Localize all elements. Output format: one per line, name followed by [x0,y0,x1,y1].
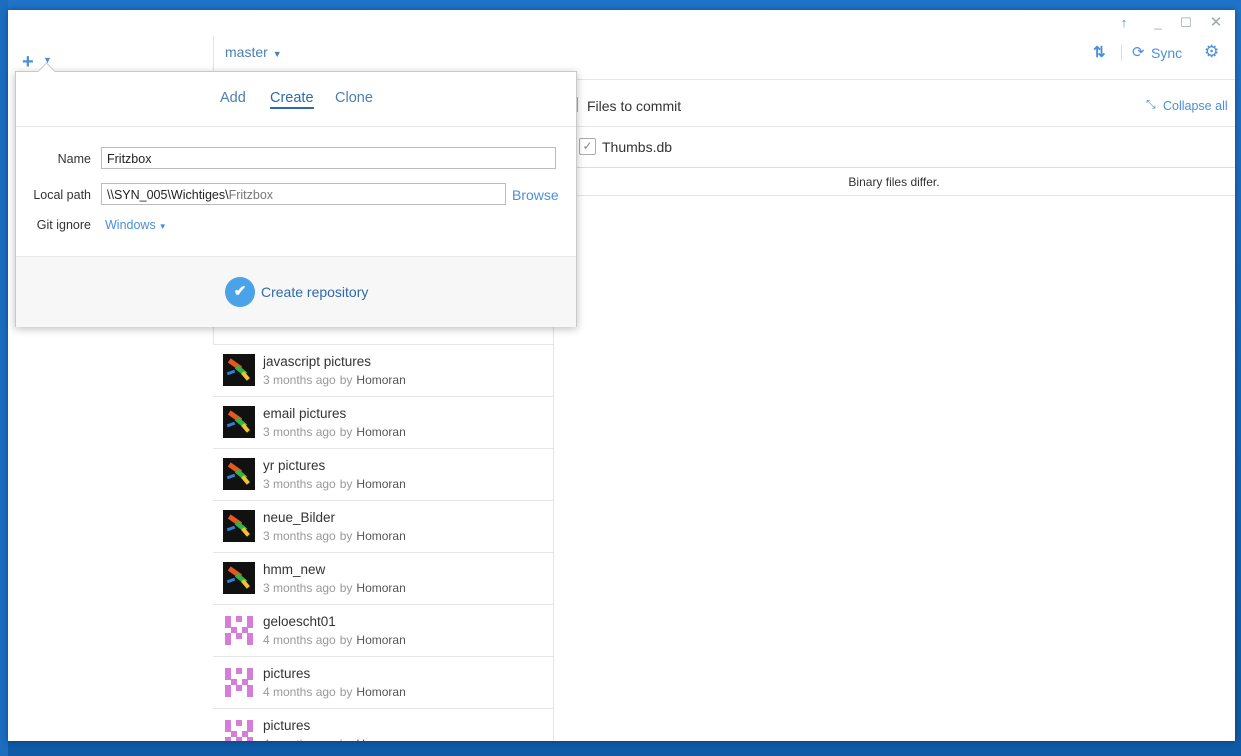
avatar [223,510,255,542]
name-label: Name [57,152,91,166]
maximize-button[interactable]: ☐ [1173,14,1199,32]
avatar [223,562,255,594]
commit-meta: 3 months ago by Homoran [263,477,406,491]
history-item[interactable]: geloescht01 4 months ago by Homoran [213,604,553,656]
commit-meta: 3 months ago by Homoran [263,581,406,595]
file-name: Thumbs.db [602,139,673,155]
sync-icon[interactable]: ⟳ [1132,43,1145,61]
commit-title: neue_Bilder [263,510,336,525]
avatar [223,614,255,646]
tab-create[interactable]: Create [270,90,314,109]
commit-by: by [339,633,353,647]
history-item[interactable]: javascript pictures 3 months ago by Homoran [213,344,553,396]
commit-time: 4 months ago [263,737,336,741]
avatar [223,458,255,490]
git-ignore-label: Git ignore [36,218,91,232]
tab-add[interactable]: Add [220,90,246,106]
commit-author: Homoran [356,477,406,491]
commit-by: by [339,685,353,699]
collapse-icon[interactable]: ⤡ [1146,97,1156,112]
create-repository-popover: Add Create Clone Name Fritzbox Local pat… [15,62,577,327]
checkmark-icon[interactable]: ✔ [225,277,255,307]
files-to-commit-label: Files to commit [587,98,682,114]
commit-title: pictures [263,718,311,733]
history-item[interactable]: pictures 4 months agobyHomoran [213,656,553,708]
add-repository-button[interactable]: + [22,52,34,72]
commit-title: email pictures [263,406,347,421]
popover-tabs: Add Create Clone [16,72,576,127]
commit-author: Homoran [356,581,406,595]
commit-by: by [339,477,353,491]
collapse-all-button[interactable]: Collapse all [1163,99,1228,113]
avatar [223,718,255,741]
tab-clone[interactable]: Clone [335,90,373,106]
chevron-down-icon: ▼ [158,222,167,231]
commit-title: yr pictures [263,458,326,473]
branch-selector[interactable]: master ▼ [225,44,282,60]
history-item[interactable]: neue_Bilder 3 months ago by Homoran [213,500,553,552]
commit-time: 3 months ago [263,581,336,595]
local-path-label: Local path [33,188,91,202]
chevron-down-icon: ▼ [272,49,282,59]
commit-author: Homoran [356,633,406,647]
commit-author: Homoran [356,685,406,699]
git-ignore-value: Windows [105,218,156,232]
up-arrow-icon[interactable]: ↑ [1111,14,1137,32]
commit-author: Homoran [356,529,406,543]
commit-by: by [339,581,353,595]
local-path-base: \\SYN_005\Wichtiges\ [107,188,229,202]
desktop-background [0,0,8,756]
avatar [223,666,255,698]
toolbar-divider [1121,45,1122,61]
git-ignore-dropdown[interactable]: Windows ▼ [105,218,167,232]
commit-title: pictures [263,666,311,681]
close-button[interactable]: ✕ [1203,14,1229,32]
branch-name: master [225,44,268,60]
commit-time: 4 months ago [263,685,336,699]
commit-by: by [339,373,353,387]
commit-time: 3 months ago [263,373,336,387]
create-repository-button[interactable]: Create repository [261,284,368,300]
history-item[interactable]: pictures 4 months ago byHomoran [213,708,553,741]
avatar [223,354,255,386]
commit-title: hmm_new [263,562,326,577]
avatar [223,406,255,438]
sync-button[interactable]: Sync [1151,45,1182,61]
diff-view: Binary files differ. [553,168,1235,196]
name-field[interactable]: Fritzbox [101,147,556,169]
gear-icon[interactable]: ⚙ [1204,42,1219,62]
local-path-suffix: Fritzbox [228,188,274,202]
commit-by: by [340,737,353,741]
commit-time: 3 months ago [263,477,336,491]
history-item[interactable]: hmm_new 3 months ago by Homoran [213,552,553,604]
commit-meta: 3 months ago by Homoran [263,529,406,543]
commit-author: Homoran [356,425,406,439]
history-item[interactable]: email pictures 3 months ago by Homoran [213,396,553,448]
commit-title: geloescht01 [263,614,336,629]
commit-meta: 3 months ago by Homoran [263,373,406,387]
file-checkbox[interactable]: ✓ [579,138,596,155]
commit-title: javascript pictures [263,354,372,369]
local-path-field[interactable]: \\SYN_005\Wichtiges\Fritzbox [101,183,506,205]
commit-meta: 4 months agobyHomoran [263,633,406,647]
minimize-button[interactable]: _ [1145,14,1171,32]
popover-footer: ✔ Create repository [16,256,576,327]
diff-message: Binary files differ. [848,175,940,189]
commit-time: 3 months ago [263,425,336,439]
browse-button[interactable]: Browse [512,187,559,203]
commit-by: by [339,529,353,543]
history-item[interactable]: yr pictures 3 months ago by Homoran [213,448,553,500]
files-to-commit-header: Files to commit ⤡ Collapse all [553,80,1235,127]
commit-by: by [339,425,353,439]
pull-request-icon[interactable]: ⇅ [1093,43,1106,61]
commit-meta: 3 months ago by Homoran [263,425,406,439]
commit-meta: 4 months ago byHomoran [263,737,406,741]
commit-time: 3 months ago [263,529,336,543]
commit-author: Homoran [356,737,405,741]
commit-meta: 4 months agobyHomoran [263,685,406,699]
commit-time: 4 months ago [263,633,336,647]
changed-file-row[interactable]: ✓ Thumbs.db [553,127,1235,168]
commit-author: Homoran [356,373,406,387]
